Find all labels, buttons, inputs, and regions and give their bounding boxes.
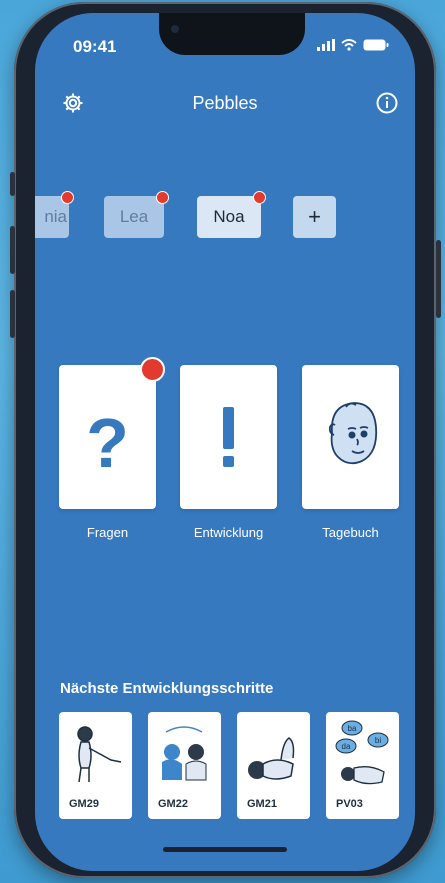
mute-switch	[10, 172, 15, 196]
status-icons	[317, 39, 389, 51]
next-steps-title: Nächste Entwicklungsschritte	[60, 680, 274, 697]
speech-bubble-bi: bi	[375, 736, 381, 745]
babbling-baby-illustration: ba bi da	[335, 720, 389, 785]
notification-dot	[156, 191, 169, 204]
card-entwicklung[interactable]	[180, 365, 277, 509]
svg-text:?: ?	[86, 404, 129, 482]
wifi-icon	[341, 39, 357, 51]
speech-bubble-da: da	[342, 742, 351, 751]
add-profile-label: +	[308, 204, 321, 229]
notification-dot	[61, 191, 74, 204]
card-tagebuch[interactable]	[302, 365, 399, 509]
power-button	[436, 240, 441, 318]
volume-up-button	[10, 226, 15, 274]
camera-dot	[171, 25, 179, 33]
home-indicator[interactable]	[163, 847, 287, 852]
profile-chip-label: Lea	[119, 207, 149, 226]
notification-dot	[253, 191, 266, 204]
profile-chip-noa[interactable]: Noa	[197, 191, 266, 238]
baby-face-icon	[328, 402, 378, 465]
next-step-code: PV03	[336, 798, 363, 810]
next-step-code: GM29	[69, 798, 99, 810]
profile-chip-lea[interactable]: Lea	[104, 191, 169, 238]
next-step-card-gm29[interactable]: GM29	[59, 712, 132, 819]
next-step-card-pv03[interactable]: ba bi da PV03	[326, 712, 399, 819]
info-icon[interactable]	[375, 91, 399, 115]
add-profile-button[interactable]: +	[293, 196, 336, 238]
card-fragen[interactable]: ?	[59, 365, 156, 509]
app-title: Pebbles	[192, 93, 258, 113]
card-label-entwicklung: Entwicklung	[193, 525, 264, 540]
standing-baby-illustration	[77, 726, 122, 783]
question-mark-icon: ?	[86, 404, 129, 482]
exclamation-icon	[223, 407, 234, 467]
sitting-baby-illustration	[162, 726, 207, 781]
baby-on-back-illustration	[248, 737, 295, 780]
next-step-code: GM21	[247, 798, 277, 810]
notification-dot	[140, 357, 165, 382]
next-step-card-gm22[interactable]: GM22	[148, 712, 221, 819]
status-time: 09:41	[73, 37, 117, 56]
card-label-fragen: Fragen	[86, 525, 129, 540]
notch	[159, 13, 305, 55]
speech-bubble-ba: ba	[348, 724, 357, 733]
profile-chip-nia[interactable]: nia	[35, 191, 74, 238]
card-label-tagebuch: Tagebuch	[322, 525, 379, 540]
next-step-code: GM22	[158, 798, 188, 810]
signal-icon	[317, 39, 335, 51]
battery-icon	[363, 39, 389, 51]
profile-chip-label: Noa	[213, 207, 245, 226]
profile-chip-label: nia	[44, 207, 67, 226]
volume-down-button	[10, 290, 15, 338]
next-step-card-gm21[interactable]: GM21	[237, 712, 310, 819]
app-screen: 09:41 Pebbles nia Lea Noa + ? Fragen Ent…	[35, 13, 415, 871]
